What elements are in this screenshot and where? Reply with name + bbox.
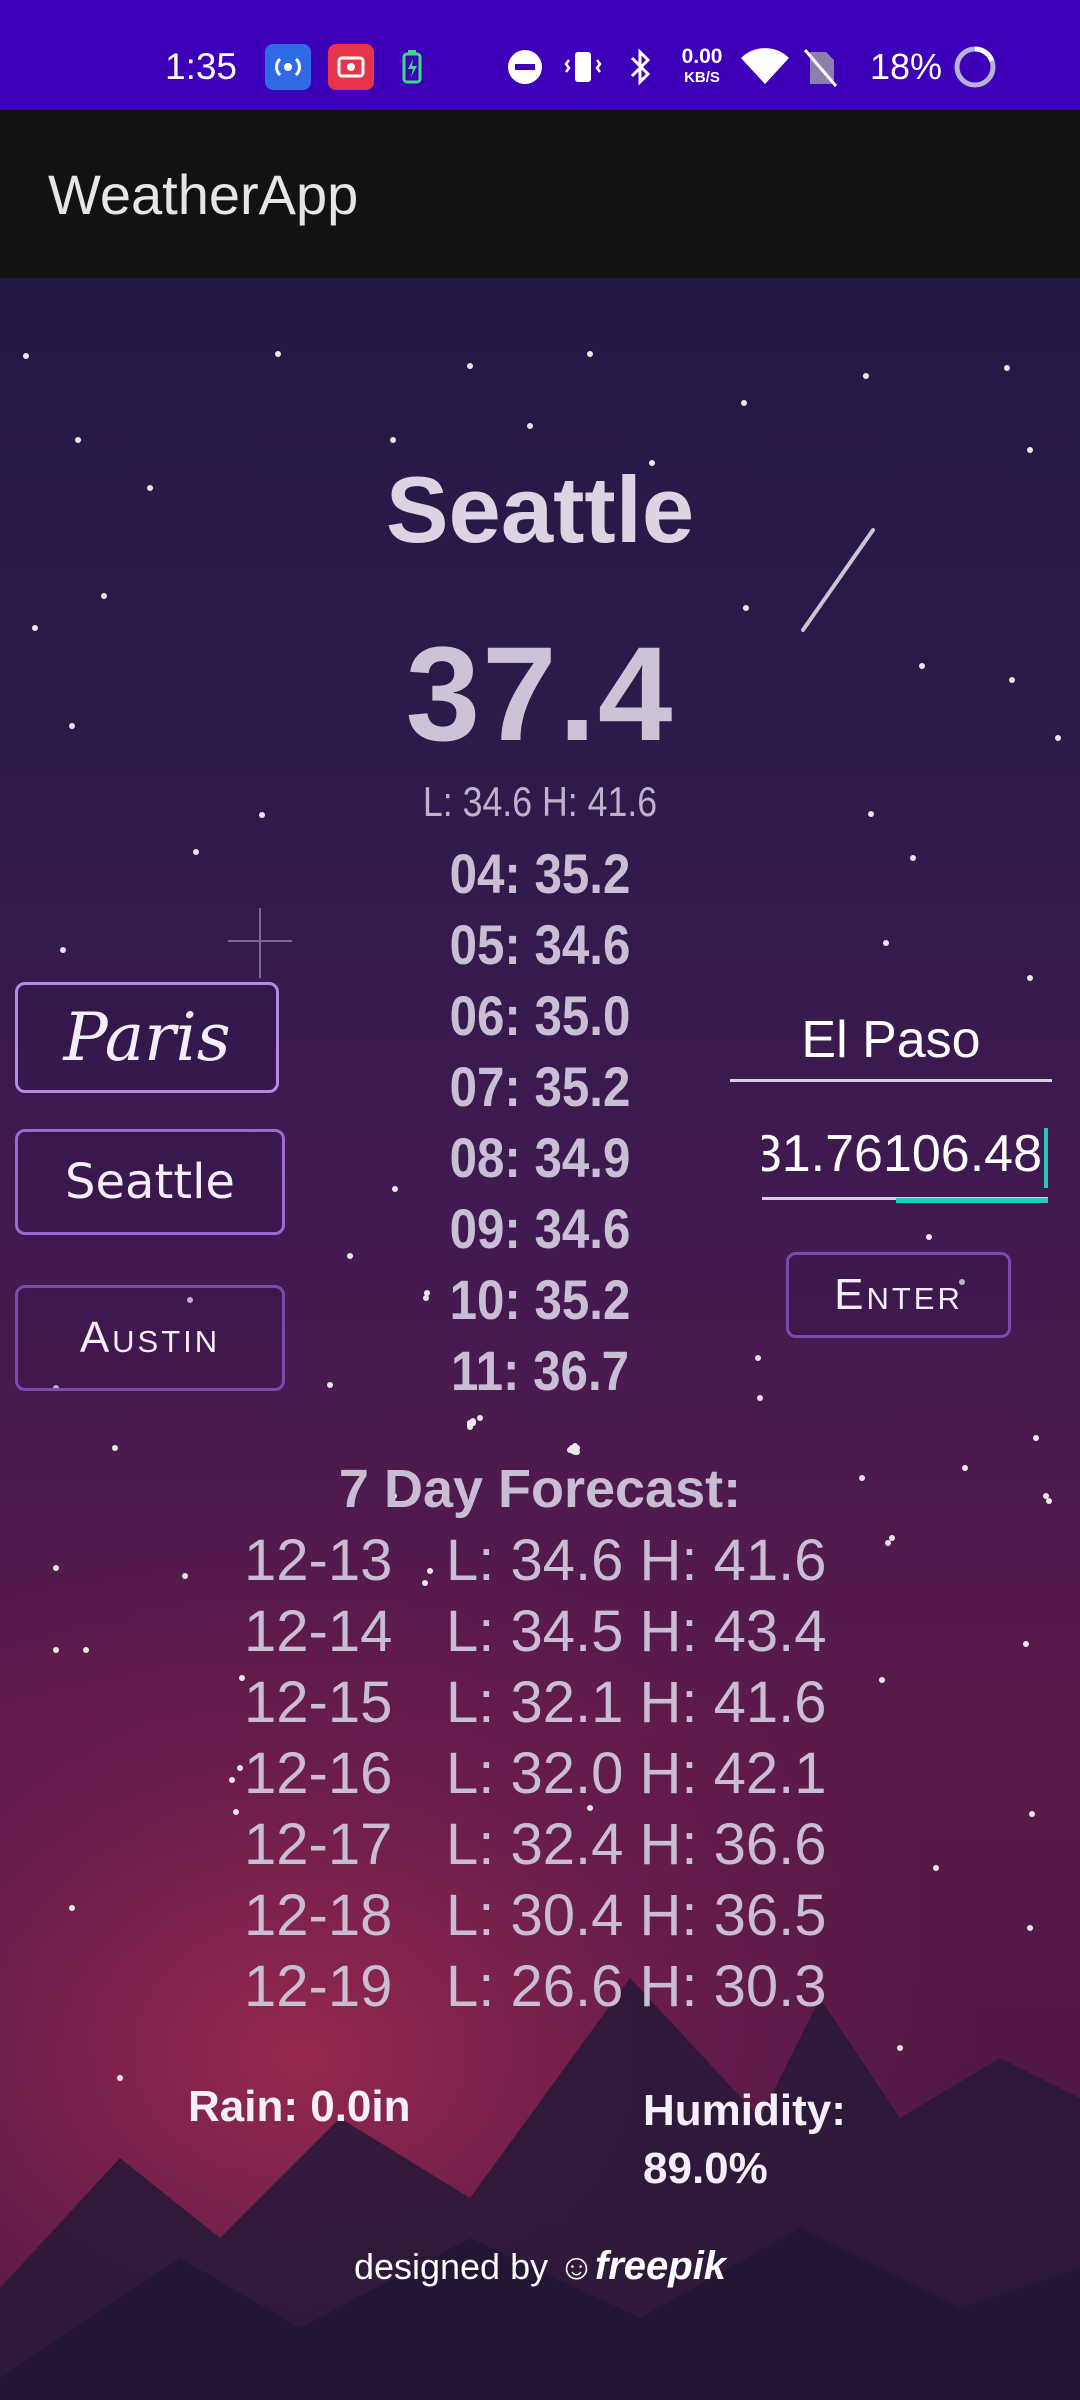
hourly-item: 05: 34.6 <box>449 913 631 976</box>
forecast-date: 12-15 <box>244 1670 393 1735</box>
forecast-list: 12-13 L: 34.6 H: 41.6 12-14 L: 34.5 H: 4… <box>0 1525 1080 2022</box>
app-bar: WeatherApp <box>0 110 1080 278</box>
forecast-range: L: 32.0 H: 42.1 <box>446 1741 827 1806</box>
paris-button-label: Paris <box>63 999 231 1076</box>
app-title: WeatherApp <box>48 163 359 226</box>
battery-ring-icon <box>952 44 998 90</box>
hourly-item: 10: 35.2 <box>449 1268 631 1331</box>
coordinates-input[interactable]: 31.76106.48 <box>762 1116 1048 1200</box>
designer-credit: designed by ☺freepik <box>0 2244 1080 2289</box>
forecast-row: 12-15 L: 32.1 H: 41.6 <box>0 1667 1080 1738</box>
hourly-item: 11: 36.7 <box>450 1339 630 1402</box>
credit-brand: freepik <box>594 2244 727 2288</box>
forecast-row: 12-17 L: 32.4 H: 36.6 <box>0 1809 1080 1880</box>
hourly-forecast-list: 04: 35.2 05: 34.6 06: 35.0 07: 35.2 08: … <box>340 838 740 1406</box>
battery-saver-icon <box>395 44 429 90</box>
forecast-row: 12-18 L: 30.4 H: 36.5 <box>0 1880 1080 1951</box>
hourly-item: 04: 35.2 <box>449 842 631 905</box>
screen-record-icon <box>328 44 374 90</box>
seattle-button[interactable]: Seattle <box>15 1129 285 1235</box>
austin-button-label: Austin <box>79 1313 221 1362</box>
paris-button[interactable]: Paris <box>15 982 279 1093</box>
battery-percent: 18% <box>870 46 943 87</box>
input-focus-underline <box>896 1198 1048 1203</box>
hourly-item: 07: 35.2 <box>449 1055 631 1118</box>
current-temperature: 37.4 <box>405 620 675 769</box>
status-bar: 1:35 0.00 KB/S 18% <box>0 0 1080 110</box>
forecast-row: 12-14 L: 34.5 H: 43.4 <box>0 1596 1080 1667</box>
enter-button-label: Enter <box>834 1270 963 1319</box>
forecast-range: L: 34.6 H: 41.6 <box>446 1528 827 1593</box>
forecast-range: L: 34.5 H: 43.4 <box>446 1599 827 1664</box>
austin-button[interactable]: Austin <box>15 1285 285 1391</box>
status-time: 1:35 <box>165 46 238 87</box>
forecast-row: 12-19 L: 26.6 H: 30.3 <box>0 1951 1080 2022</box>
hourly-item: 06: 35.0 <box>449 984 631 1047</box>
seattle-button-label: Seattle <box>65 1154 235 1210</box>
forecast-range: L: 32.4 H: 36.6 <box>446 1812 827 1877</box>
do-not-disturb-icon <box>502 44 548 90</box>
credit-prefix: designed by <box>353 2246 549 2287</box>
forecast-range: L: 26.6 H: 30.3 <box>446 1954 827 2019</box>
forecast-date: 12-19 <box>244 1954 393 2019</box>
hourly-item: 09: 34.6 <box>449 1197 631 1260</box>
forecast-date: 12-17 <box>244 1812 393 1877</box>
freepik-logo-icon: ☺ <box>558 2246 595 2287</box>
wifi-icon <box>738 44 792 90</box>
no-sim-icon <box>800 44 840 90</box>
forecast-date: 12-13 <box>244 1528 393 1593</box>
hotspot-icon <box>265 44 311 90</box>
bluetooth-icon <box>620 44 660 90</box>
city-title: Seattle <box>385 457 695 562</box>
humidity-label: Humidity: <box>643 2086 846 2135</box>
forecast-row: 12-16 L: 32.0 H: 42.1 <box>0 1738 1080 1809</box>
humidity: Humidity: 89.0% <box>643 2082 846 2198</box>
vibrate-icon <box>560 44 606 90</box>
text-cursor <box>1044 1128 1048 1188</box>
enter-button[interactable]: Enter <box>786 1252 1011 1338</box>
weather-screen: Seattle 37.4 L: 34.6 H: 41.6 04: 35.2 05… <box>0 278 1080 2400</box>
forecast-date: 12-14 <box>244 1599 393 1664</box>
forecast-date: 12-18 <box>244 1883 393 1948</box>
hourly-item: 08: 34.9 <box>449 1126 631 1189</box>
today-low-high: L: 34.6 H: 41.6 <box>422 778 658 825</box>
forecast-range: L: 30.4 H: 36.5 <box>446 1883 827 1948</box>
coordinates-input-value: 31.76106.48 <box>762 1125 1042 1183</box>
city-input[interactable] <box>730 1000 1052 1082</box>
humidity-value: 89.0% <box>643 2144 768 2193</box>
forecast-row: 12-13 L: 34.6 H: 41.6 <box>0 1525 1080 1596</box>
net-speed: 0.00 KB/S <box>681 45 723 86</box>
rain-amount: Rain: 0.0in <box>188 2082 411 2131</box>
forecast-range: L: 32.1 H: 41.6 <box>446 1670 827 1735</box>
forecast-date: 12-16 <box>244 1741 393 1806</box>
forecast-title: 7 Day Forecast: <box>338 1459 742 1519</box>
